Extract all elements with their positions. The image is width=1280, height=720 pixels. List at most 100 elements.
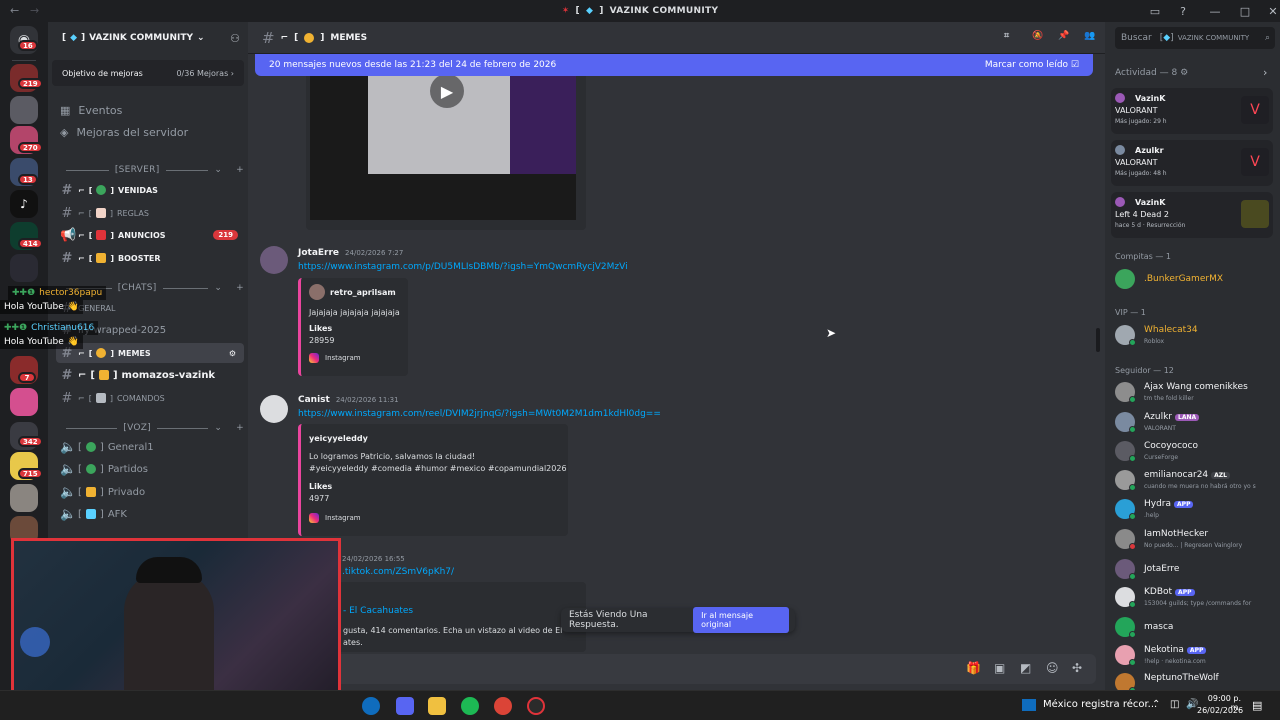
channel-anuncios[interactable]: 📢 ⌐[] ANUNCIOS 219 xyxy=(56,225,244,245)
member-list-panel: Actividad — 8 ⚙ › VazinK VALORANT Más ju… xyxy=(1105,54,1280,690)
member-item[interactable]: IamNotHecker No puedo... | Regresen Vaing… xyxy=(1113,526,1278,552)
channel-label: Partidos xyxy=(107,463,149,475)
server-icon[interactable] xyxy=(10,254,38,282)
app-tag: APP xyxy=(1175,589,1195,596)
add-member-icon[interactable]: ⚇ xyxy=(230,32,240,45)
chevron-right-icon[interactable]: › xyxy=(1263,66,1267,79)
events-item[interactable]: ▦ Eventos xyxy=(60,100,122,120)
message-author[interactable]: 24/02/2026 16:55 xyxy=(342,554,405,564)
scrollbar-thumb[interactable] xyxy=(1096,328,1100,352)
sticker-icon[interactable]: ◩ xyxy=(1020,661,1031,675)
gift-icon[interactable]: 🎁 xyxy=(966,661,981,675)
channel-comandos[interactable]: # ⌐[] COMANDOS xyxy=(56,388,244,408)
server-header[interactable]: [ ◆ ] VAZINK COMMUNITY ⌄ ⚇ xyxy=(48,22,248,54)
edge-icon[interactable] xyxy=(362,697,380,715)
message-composer[interactable]: 🎁 ▣ ◩ ☺ ✣ xyxy=(256,654,1096,684)
channel-momazos[interactable]: # ⌐[] momazos-vazink xyxy=(56,365,244,385)
spotify-icon[interactable] xyxy=(461,697,479,715)
maximize-button[interactable]: □ xyxy=(1230,0,1260,22)
activity-card[interactable]: Azulkr VALORANT Más jugado: 48 h V xyxy=(1111,140,1273,186)
voice-channel-afk[interactable]: 🔈[] AFK xyxy=(56,504,244,524)
message-link[interactable]: https://www.instagram.com/p/DU5MLIsDBMb/… xyxy=(298,262,628,272)
member-item[interactable]: Azulkr LANA VALORANT xyxy=(1113,409,1278,435)
activity-card[interactable]: VazinK VALORANT Más jugado: 29 h V xyxy=(1111,88,1273,134)
clock-date[interactable]: 26/02/2026 xyxy=(1197,706,1243,715)
server-boosts-item[interactable]: ◈ Mejoras del servidor xyxy=(60,122,188,142)
member-item[interactable]: Cocoyococo CurseForge xyxy=(1113,438,1278,464)
embed-author[interactable]: yeicyyeleddy xyxy=(309,434,368,443)
emoji-picker-icon[interactable]: ☺ xyxy=(1046,661,1059,675)
channel-memes[interactable]: # ⌐[] MEMES ⚙ xyxy=(56,343,244,363)
member-item[interactable]: Hydra APP .help xyxy=(1113,496,1278,522)
gif-icon[interactable]: ▣ xyxy=(994,661,1005,675)
embed-title[interactable]: - El Cacahuates xyxy=(343,606,413,616)
file-explorer-icon[interactable] xyxy=(428,697,446,715)
avatar[interactable] xyxy=(260,246,288,274)
screen-icon[interactable]: ▭ xyxy=(1140,0,1170,22)
channel-venidas[interactable]: # ⌐[] VENIDAS xyxy=(56,180,244,200)
mark-read-button[interactable]: Marcar como leído xyxy=(985,60,1068,70)
message-author[interactable]: JotaErre 24/02/2026 7:27 xyxy=(298,248,403,258)
channel-label: General1 xyxy=(107,441,154,453)
pin-icon xyxy=(96,230,107,240)
new-messages-bar[interactable]: 20 mensajes nuevos desde las 21:23 del 2… xyxy=(255,54,1093,76)
settings-gear-icon[interactable]: ⚙ xyxy=(229,349,236,358)
embed-source: Instagram xyxy=(325,354,361,362)
chevron-up-icon[interactable]: ⌃ xyxy=(1152,699,1160,710)
server-icon[interactable] xyxy=(10,96,38,124)
server-icon[interactable] xyxy=(10,484,38,512)
voice-channel-general1[interactable]: 🔈[] General1 xyxy=(56,437,244,457)
close-button[interactable]: ✕ xyxy=(1258,0,1280,22)
member-list-icon[interactable]: 👥 xyxy=(1084,31,1095,41)
obs-icon[interactable] xyxy=(527,697,545,715)
discord-taskbar-icon[interactable] xyxy=(396,697,414,715)
category-line xyxy=(66,169,109,171)
member-item[interactable]: NeptunoTheWolf xyxy=(1113,670,1278,690)
member-item[interactable]: Nekotina APP !help · nekotina.com xyxy=(1113,642,1278,668)
video-embed[interactable]: ▶ xyxy=(306,64,586,230)
member-item[interactable]: JotaErre xyxy=(1113,556,1278,582)
member-item[interactable]: Whalecat34 Roblox xyxy=(1113,322,1278,348)
member-item[interactable]: KDBot APP 153004 guilds; type /commands fo… xyxy=(1113,584,1278,610)
activity-detail: Más jugado: 29 h xyxy=(1115,118,1167,125)
add-channel-icon[interactable]: + xyxy=(236,165,244,175)
message-link[interactable]: .tiktok.com/ZSmV6pKh7/ xyxy=(342,567,454,577)
member-item[interactable]: Ajax Wang comenikkes tm the fold killer xyxy=(1113,379,1278,405)
activity-detail-time: hace 5 d xyxy=(1115,222,1141,229)
channel-reglas[interactable]: # ⌐[] REGLAS xyxy=(56,203,244,223)
threads-icon[interactable]: ⌗ xyxy=(1004,31,1009,41)
network-icon[interactable]: ◫ xyxy=(1170,699,1179,710)
category-server[interactable]: [ SERVER ] ⌄ + xyxy=(60,162,244,178)
jump-to-original-button[interactable]: Ir al mensaje original xyxy=(693,607,789,633)
news-widget-text[interactable]: México registra récor... xyxy=(1043,699,1157,710)
tiktok-server-icon[interactable]: ♪ xyxy=(10,190,38,218)
help-icon[interactable]: ? xyxy=(1168,0,1198,22)
play-icon[interactable]: ▶ xyxy=(430,74,464,108)
activity-header[interactable]: Actividad — 8 ⚙ xyxy=(1115,68,1188,78)
search-input[interactable]: Buscar [◆] VAZINK COMMUNITY ⌕ xyxy=(1115,27,1275,49)
apps-icon[interactable]: ✣ xyxy=(1072,661,1082,675)
message-author[interactable]: Canist 24/02/2026 11:31 xyxy=(298,395,399,405)
channel-general[interactable]: #GENERAL xyxy=(56,298,244,318)
pin-icon[interactable]: 📌 xyxy=(1058,31,1069,41)
message-link[interactable]: https://www.instagram.com/reel/DVIM2jrjn… xyxy=(298,409,661,419)
member-item[interactable]: .BunkerGamerMX xyxy=(1113,266,1278,292)
chrome-icon[interactable] xyxy=(494,697,512,715)
notification-icon[interactable]: ▤ xyxy=(1252,699,1262,712)
add-channel-icon[interactable]: + xyxy=(236,423,244,433)
voice-channel-privado[interactable]: 🔈[] Privado xyxy=(56,482,244,502)
mute-bell-icon[interactable]: 🔕 xyxy=(1032,31,1043,41)
boost-goal-bar[interactable]: Objetivo de mejoras 0/36 Mejoras › xyxy=(52,60,244,86)
member-item[interactable]: emilianocar24 AZL cuando me muera no habrá… xyxy=(1113,467,1278,493)
channel-booster[interactable]: # ⌐[] BOOSTER xyxy=(56,248,244,268)
avatar[interactable] xyxy=(260,395,288,423)
category-voz[interactable]: [ VOZ ] ⌄ + xyxy=(60,420,244,436)
embed-author[interactable]: retro_aprilsam xyxy=(330,288,396,297)
server-icon[interactable] xyxy=(10,388,38,416)
activity-card[interactable]: VazinK Left 4 Dead 2 hace 5 d · Resurrec… xyxy=(1111,192,1273,238)
add-channel-icon[interactable]: + xyxy=(236,283,244,293)
minimize-button[interactable]: — xyxy=(1200,0,1230,22)
member-item[interactable]: masca xyxy=(1113,614,1278,640)
embed-source: Instagram xyxy=(325,514,361,522)
voice-channel-partidos[interactable]: 🔈[] Partidos xyxy=(56,459,244,479)
